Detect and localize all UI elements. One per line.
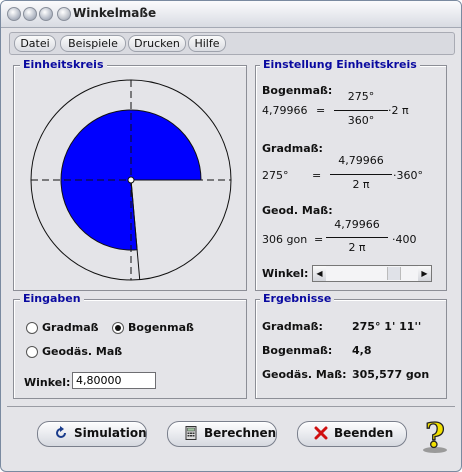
gradmass-radio[interactable] xyxy=(26,322,38,334)
gradmass-factor: ·360° xyxy=(393,169,423,182)
slider-right-arrow-icon[interactable]: ▶ xyxy=(418,266,431,281)
ergebnisse-panel: Ergebnisse Gradmaß: 275° 1' 11'' Bogenma… xyxy=(255,292,447,399)
result-bogenmass-value: 4,8 xyxy=(352,344,372,357)
gradmass-equals: = xyxy=(312,169,322,182)
unit-circle-diagram xyxy=(30,79,232,281)
result-geodaes-value: 305,577 gon xyxy=(352,368,430,381)
result-gradmass-label: Gradmaß: xyxy=(262,320,323,333)
result-gradmass-value: 275° 1' 11'' xyxy=(352,320,422,333)
menu-beispiele[interactable]: Beispiele xyxy=(60,35,126,52)
gradmass-numerator: 4,79966 xyxy=(338,154,384,167)
gradmass-fraction-bar xyxy=(330,174,392,175)
result-geodaes-label: Geodäs. Maß: xyxy=(262,368,347,381)
close-window-button[interactable] xyxy=(7,7,21,21)
app-window: Winkelmaße Datei Beispiele Drucken Hilfe… xyxy=(0,0,462,472)
menu-drucken[interactable]: Drucken xyxy=(128,35,186,52)
geod-formula-value: 306 gon xyxy=(262,233,308,246)
gradmass-formula-label: Gradmaß: xyxy=(262,142,323,155)
ergebnisse-legend: Ergebnisse xyxy=(260,292,335,305)
gradmass-radio-label[interactable]: Gradmaß xyxy=(42,321,99,334)
slider-thumb[interactable] xyxy=(386,267,401,280)
maximize-window-button[interactable] xyxy=(39,7,53,21)
geod-equals: = xyxy=(314,233,324,246)
winkel-input-label: Winkel: xyxy=(24,376,71,389)
winkel-slider-label: Winkel: xyxy=(262,267,309,280)
gradmass-formula-value: 275° xyxy=(262,169,289,182)
minimize-window-button[interactable] xyxy=(23,7,37,21)
bogenmass-formula-value: 4,79966 xyxy=(262,104,308,117)
geod-factor: ·400 xyxy=(392,233,417,246)
calculator-icon xyxy=(185,426,197,440)
menu-hilfe[interactable]: Hilfe xyxy=(188,35,226,52)
bogenmass-fraction-bar xyxy=(334,110,388,111)
svg-text:?: ? xyxy=(425,417,445,455)
geod-formula-label: Geod. Maß: xyxy=(262,204,333,217)
bogenmass-denominator: 360° xyxy=(347,114,375,127)
simulation-button-label: Simulation xyxy=(74,426,147,440)
help-question-icon[interactable]: ? xyxy=(419,417,451,455)
window-title: Winkelmaße xyxy=(73,6,157,20)
eingaben-panel: Eingaben Gradmaß Bogenmaß Geodäs. Maß Wi… xyxy=(13,292,247,399)
title-bar: Winkelmaße xyxy=(1,1,461,28)
bogenmass-radio[interactable] xyxy=(112,322,124,334)
gradmass-denominator: 2 π xyxy=(352,178,370,191)
slider-left-arrow-icon[interactable]: ◀ xyxy=(313,266,326,281)
eingaben-legend: Eingaben xyxy=(20,292,84,305)
button-bar: Simulation Berechnen Beenden ? xyxy=(7,406,455,467)
berechnen-button-label: Berechnen xyxy=(204,426,277,440)
geod-fraction-bar xyxy=(326,237,388,238)
menu-datei[interactable]: Datei xyxy=(14,35,56,52)
bogenmass-formula-label: Bogenmaß: xyxy=(262,84,333,97)
result-bogenmass-label: Bogenmaß: xyxy=(262,344,333,357)
geodaes-radio[interactable] xyxy=(26,346,38,358)
einstellung-legend: Einstellung Einheitskreis xyxy=(260,58,420,71)
geod-numerator: 4,79966 xyxy=(334,218,380,231)
geodaes-radio-label[interactable]: Geodäs. Maß xyxy=(42,345,122,358)
simulation-button[interactable]: Simulation xyxy=(37,421,147,447)
menu-bar: Datei Beispiele Drucken Hilfe xyxy=(9,32,455,55)
beenden-button[interactable]: Beenden xyxy=(297,421,407,447)
bogenmass-radio-label[interactable]: Bogenmaß xyxy=(128,321,194,334)
berechnen-button[interactable]: Berechnen xyxy=(167,421,277,447)
beenden-button-label: Beenden xyxy=(334,426,394,440)
einstellung-panel: Einstellung Einheitskreis Bogenmaß: 4,79… xyxy=(255,58,447,291)
winkel-slider[interactable]: ◀ ▶ xyxy=(312,265,432,282)
einheitskreis-panel: Einheitskreis xyxy=(13,58,247,291)
center-point xyxy=(127,176,135,184)
app-icon xyxy=(57,7,71,21)
bogenmass-numerator: 275° xyxy=(347,90,375,103)
bogenmass-equals: = xyxy=(316,104,326,117)
bogenmass-factor: ·2 π xyxy=(388,104,409,117)
geod-denominator: 2 π xyxy=(348,241,366,254)
refresh-icon xyxy=(56,426,66,438)
winkel-input[interactable] xyxy=(72,372,156,389)
close-x-icon xyxy=(314,426,328,440)
